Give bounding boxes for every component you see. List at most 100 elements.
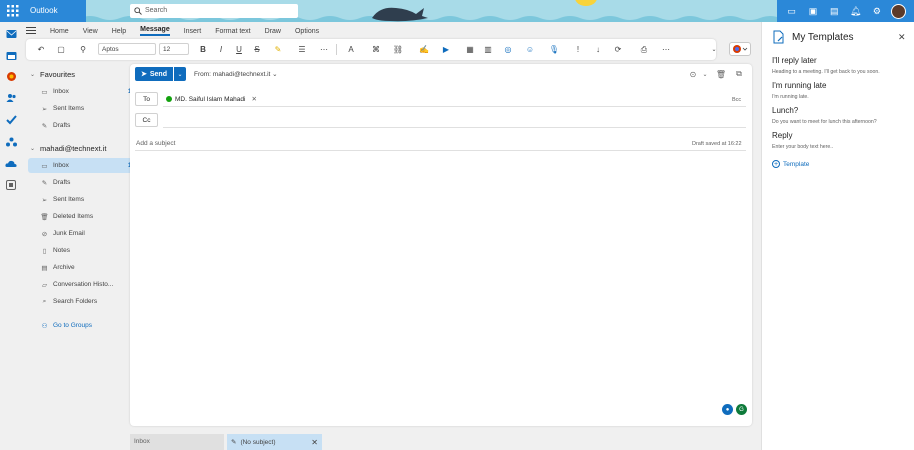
go-to-groups-link[interactable]: ⚇ Go to Groups bbox=[28, 318, 142, 333]
dictate-icon[interactable]: 🎙︎ bbox=[548, 43, 560, 56]
onedrive-icon[interactable] bbox=[5, 158, 17, 170]
video-icon[interactable]: ▶ bbox=[440, 43, 452, 56]
attach-icon[interactable]: ⌘ bbox=[370, 43, 382, 56]
from-selector[interactable]: From: mahadi@technext.it ⌄ bbox=[194, 70, 278, 78]
underline-button[interactable]: U bbox=[234, 43, 244, 56]
folder-item-drafts[interactable]: ✎ Drafts 4 bbox=[28, 175, 142, 190]
meet-now-icon[interactable]: ▭ bbox=[785, 4, 799, 18]
todo-icon[interactable] bbox=[5, 114, 17, 126]
undo-icon[interactable]: ↶ bbox=[34, 43, 48, 56]
folder-item-conversation-history[interactable]: ▱ Conversation Histo... bbox=[28, 277, 142, 292]
recipient-chip[interactable]: MD. Saiful Islam Mahadi ✕ bbox=[166, 94, 257, 104]
more-format-icon[interactable]: ⋯ bbox=[318, 43, 330, 56]
font-name-select[interactable]: Aptos bbox=[98, 43, 156, 55]
menu-icon[interactable] bbox=[26, 26, 42, 36]
chevron-down-icon[interactable]: ⌄ bbox=[30, 145, 35, 152]
favourites-header[interactable]: Favourites bbox=[40, 70, 75, 79]
location-icon[interactable]: ● bbox=[722, 404, 733, 415]
people-icon[interactable] bbox=[5, 92, 17, 104]
my-day-icon[interactable]: ▤ bbox=[827, 4, 841, 18]
cc-button[interactable]: Cc bbox=[135, 113, 158, 127]
chevron-down-icon[interactable]: ⌄ bbox=[700, 69, 710, 79]
mail-icon[interactable] bbox=[5, 28, 17, 40]
sensitivity-icon[interactable]: ⟳ bbox=[612, 43, 624, 56]
template-body[interactable]: Do you want to meet for lunch this after… bbox=[772, 119, 877, 125]
discard-icon[interactable]: 🗑︎ bbox=[716, 69, 726, 79]
template-title[interactable]: I'm running late bbox=[772, 81, 826, 90]
loop-icon[interactable]: ◎ bbox=[502, 43, 514, 56]
folder-item-junk[interactable]: ⊘ Junk Email bbox=[28, 226, 142, 241]
favourite-item-sent[interactable]: ➢ Sent Items bbox=[28, 101, 142, 116]
table-icon[interactable]: ▦ bbox=[464, 43, 476, 56]
signature-icon[interactable]: ✍ bbox=[418, 43, 430, 56]
template-body[interactable]: Enter your body text here.. bbox=[772, 144, 833, 150]
chevron-down-icon[interactable]: ⌄ bbox=[30, 71, 35, 78]
app-brand[interactable]: Outlook bbox=[0, 0, 86, 22]
avatar[interactable] bbox=[891, 3, 907, 19]
tab-draw[interactable]: Draw bbox=[265, 28, 281, 35]
more-apps-icon[interactable] bbox=[5, 179, 17, 191]
tab-format-text[interactable]: Format text bbox=[215, 28, 250, 35]
pop-out-icon[interactable]: ⧉ bbox=[734, 69, 744, 79]
send-options-button[interactable]: ⌄ bbox=[174, 67, 186, 81]
subject-input[interactable]: Add a subject bbox=[136, 140, 175, 147]
tab-view[interactable]: View bbox=[83, 28, 98, 35]
settings-icon[interactable]: ⚙ bbox=[870, 4, 884, 18]
bottom-tab-inbox[interactable]: Inbox bbox=[130, 434, 224, 450]
format-painter-icon[interactable]: ⚲ bbox=[78, 43, 88, 56]
close-icon[interactable]: ✕ bbox=[311, 438, 318, 447]
search-input[interactable]: Search bbox=[130, 4, 298, 18]
send-button[interactable]: ➤ Send bbox=[135, 67, 173, 81]
template-title[interactable]: I'll reply later bbox=[772, 56, 817, 65]
grammarly-icon[interactable]: G bbox=[736, 404, 747, 415]
chart-icon[interactable]: ▥ bbox=[482, 43, 494, 56]
sensitivity-icon[interactable]: ⊙ bbox=[688, 69, 698, 79]
copilot-icon[interactable] bbox=[5, 70, 17, 82]
favourite-item-drafts[interactable]: ✎ Drafts 4 bbox=[28, 118, 142, 133]
app-launcher-icon[interactable] bbox=[7, 5, 19, 17]
account-header[interactable]: mahadi@technext.it bbox=[40, 144, 106, 153]
folder-item-notes[interactable]: ▯ Notes bbox=[28, 243, 142, 258]
italic-button[interactable]: I bbox=[216, 43, 226, 56]
folder-item-sent[interactable]: ➢ Sent Items bbox=[28, 192, 142, 207]
bottom-tab-draft[interactable]: ✎ (No subject) ✕ bbox=[227, 434, 322, 450]
close-icon[interactable]: ✕ bbox=[898, 32, 906, 43]
notifications-icon[interactable]: 🔔︎ bbox=[849, 4, 863, 18]
importance-high-icon[interactable]: ! bbox=[572, 43, 584, 56]
calendar-icon[interactable] bbox=[5, 50, 17, 62]
tab-insert[interactable]: Insert bbox=[184, 28, 202, 35]
remove-recipient-icon[interactable]: ✕ bbox=[251, 95, 256, 103]
styles-icon[interactable]: A bbox=[344, 43, 358, 56]
bullets-icon[interactable]: ☰ bbox=[296, 43, 308, 56]
template-body[interactable]: Heading to a meeting. I'll get back to y… bbox=[772, 69, 880, 75]
more-options-icon[interactable]: ⋯ bbox=[660, 43, 672, 56]
emoji-icon[interactable]: ☺ bbox=[524, 43, 536, 56]
template-title[interactable]: Lunch? bbox=[772, 106, 798, 115]
print-icon[interactable]: ⎙ bbox=[638, 43, 650, 56]
folder-item-inbox[interactable]: ▭ Inbox 150 bbox=[28, 158, 142, 173]
strikethrough-button[interactable]: S bbox=[252, 43, 262, 56]
bcc-button[interactable]: Bcc bbox=[732, 97, 741, 103]
teams-icon[interactable] bbox=[5, 136, 17, 148]
ribbon-expand-icon[interactable]: ⌄ bbox=[710, 43, 718, 56]
folder-item-archive[interactable]: ▤ Archive bbox=[28, 260, 142, 275]
highlight-icon[interactable]: ✎ bbox=[272, 43, 284, 56]
bold-button[interactable]: B bbox=[198, 43, 208, 56]
folder-item-deleted[interactable]: 🗑︎ Deleted Items bbox=[28, 209, 142, 224]
template-title[interactable]: Reply bbox=[772, 131, 792, 140]
tab-home[interactable]: Home bbox=[50, 28, 69, 35]
tab-help[interactable]: Help bbox=[112, 28, 126, 35]
to-button[interactable]: To bbox=[135, 92, 158, 106]
favourite-item-inbox[interactable]: ▭ Inbox 150 bbox=[28, 84, 142, 99]
office-apps-icon[interactable]: ▣ bbox=[806, 4, 820, 18]
tab-message[interactable]: Message bbox=[140, 26, 170, 36]
copilot-button[interactable] bbox=[729, 42, 751, 56]
link-icon[interactable]: ⛓ bbox=[392, 43, 404, 56]
template-body[interactable]: I'm running late. bbox=[772, 94, 809, 100]
importance-low-icon[interactable]: ↓ bbox=[592, 43, 604, 56]
add-template-button[interactable]: + Template bbox=[772, 160, 809, 168]
font-size-select[interactable]: 12 bbox=[159, 43, 189, 55]
folder-item-search-folders[interactable]: ⌕ Search Folders bbox=[28, 294, 142, 309]
tab-options[interactable]: Options bbox=[295, 28, 319, 35]
clipboard-icon[interactable]: ▢ bbox=[54, 43, 68, 56]
